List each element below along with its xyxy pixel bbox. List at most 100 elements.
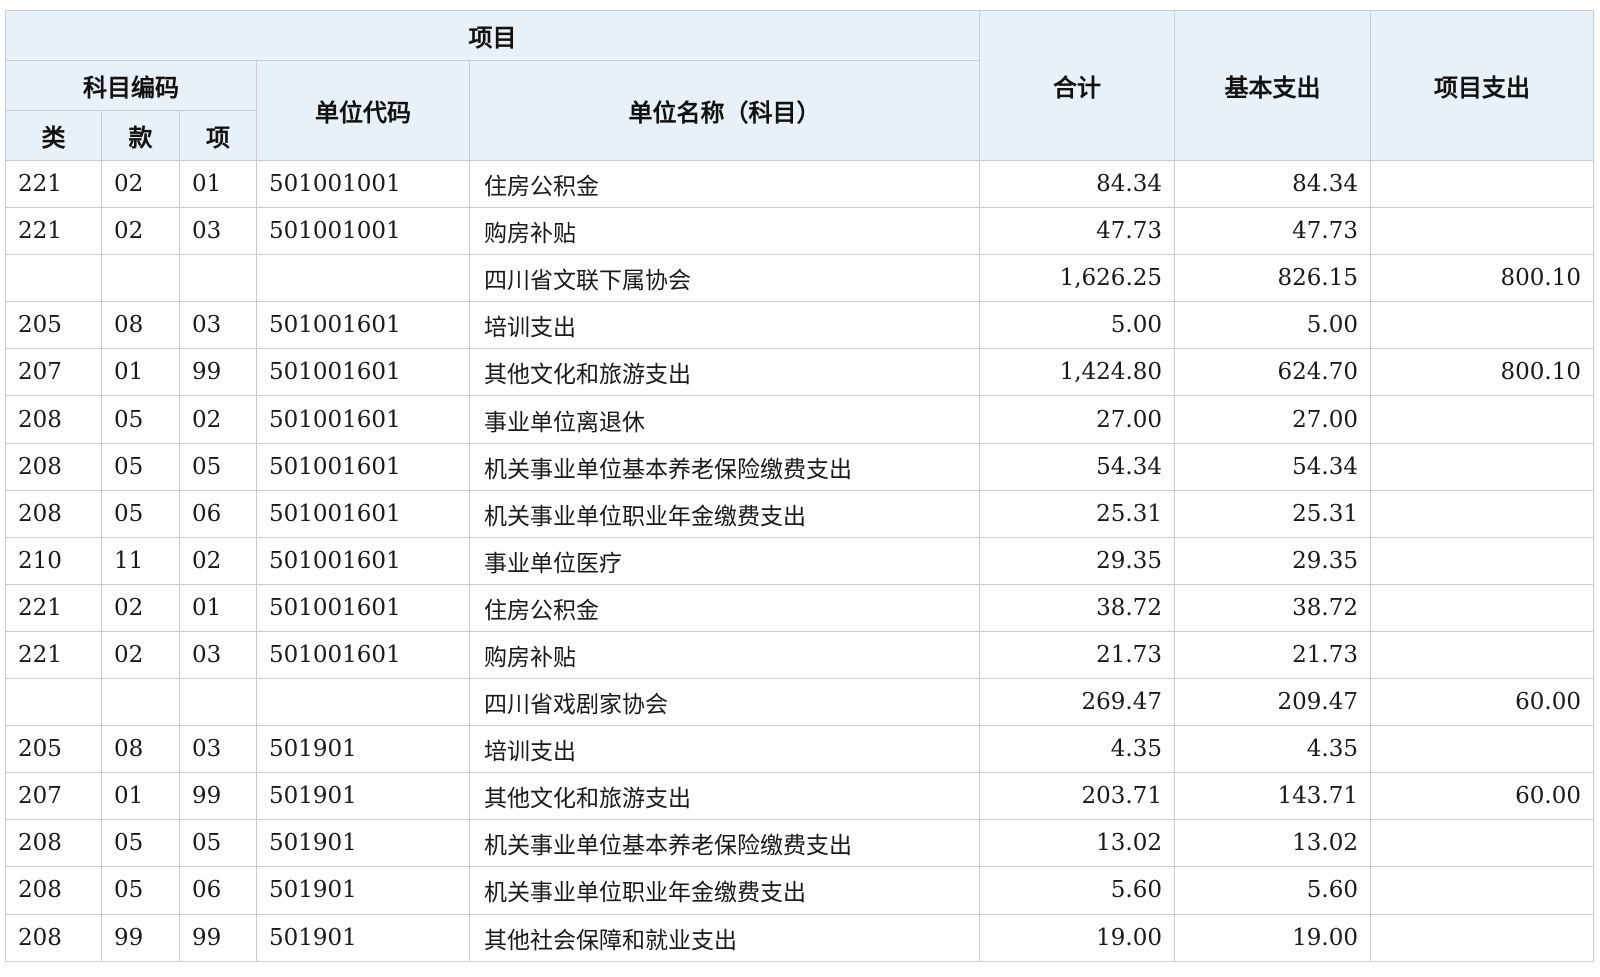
cell-project-expenditure — [1370, 536, 1595, 585]
table-row: 207 01 99 501001601 其他文化和旅游支出 1,424.80 624.70 8… — [5, 348, 1595, 397]
cell-total: 47.73 — [979, 207, 1176, 256]
cell-kuan: 02 — [101, 583, 180, 632]
table-row: 207 01 99 501901 其他文化和旅游支出 203.71 143.71 60.00 — [5, 772, 1595, 821]
cell-unit-name: 培训支出 — [468, 725, 981, 774]
cell-unit-code: 501001601 — [256, 630, 470, 680]
table-row: 四川省文联下属协会 1,626.25 826.15 800.10 — [5, 254, 1595, 303]
table-row: 221 02 01 501001001 住房公积金 84.34 84.34 — [5, 159, 1595, 209]
cell-basic-expenditure: 5.60 — [1174, 866, 1372, 915]
cell-unit-code: 501001601 — [256, 301, 470, 350]
cell-unit-code: 501001601 — [256, 348, 470, 397]
cell-unit-code: 501901 — [256, 772, 470, 821]
cell-kuan: 05 — [101, 819, 180, 868]
table-row: 208 05 06 501001601 机关事业单位职业年金缴费支出 25.31 25.31 — [5, 489, 1595, 538]
header-xiang: 项 — [179, 110, 257, 161]
cell-project-expenditure — [1370, 866, 1595, 915]
cell-project-expenditure — [1370, 583, 1595, 632]
cell-unit-name: 机关事业单位基本养老保险缴费支出 — [468, 442, 981, 491]
cell-total: 269.47 — [979, 678, 1176, 727]
cell-xiang: 05 — [179, 819, 257, 868]
cell-basic-expenditure: 143.71 — [1174, 772, 1372, 821]
table-row: 208 05 06 501901 机关事业单位职业年金缴费支出 5.60 5.60 — [5, 866, 1595, 915]
cell-unit-name: 住房公积金 — [468, 159, 981, 209]
cell-unit-name: 事业单位离退休 — [468, 395, 981, 444]
cell-basic-expenditure: 826.15 — [1174, 254, 1372, 303]
cell-project-expenditure: 60.00 — [1370, 678, 1595, 727]
cell-lei: 208 — [5, 442, 102, 491]
cell-project-expenditure — [1370, 442, 1595, 491]
cell-lei: 208 — [5, 866, 102, 915]
cell-lei: 205 — [5, 725, 102, 774]
cell-kuan — [101, 678, 180, 727]
cell-project-expenditure: 60.00 — [1370, 772, 1595, 821]
cell-unit-name: 四川省戏剧家协会 — [468, 678, 981, 727]
cell-unit-name: 住房公积金 — [468, 583, 981, 632]
cell-xiang — [179, 678, 257, 727]
cell-unit-code: 501901 — [256, 725, 470, 774]
cell-kuan: 02 — [101, 630, 180, 680]
table-body: 221 02 01 501001001 住房公积金 84.34 84.34 221 02 03 5… — [5, 159, 1595, 962]
table-row: 221 02 03 501001001 购房补贴 47.73 47.73 — [5, 207, 1595, 256]
cell-basic-expenditure: 38.72 — [1174, 583, 1372, 632]
cell-lei: 205 — [5, 301, 102, 350]
cell-total: 5.00 — [979, 301, 1176, 350]
cell-unit-code: 501001601 — [256, 583, 470, 632]
cell-project-expenditure — [1370, 301, 1595, 350]
cell-unit-name: 机关事业单位职业年金缴费支出 — [468, 866, 981, 915]
cell-project-expenditure — [1370, 395, 1595, 444]
cell-basic-expenditure: 624.70 — [1174, 348, 1372, 397]
cell-xiang: 99 — [179, 913, 257, 962]
cell-kuan: 08 — [101, 301, 180, 350]
expenditure-table: 项目 合计 基本支出 项目支出 科目编码 单位代码 单位名称（科目） 类 款 项… — [4, 10, 1595, 962]
cell-basic-expenditure: 19.00 — [1174, 913, 1372, 962]
cell-unit-name: 购房补贴 — [468, 207, 981, 256]
cell-basic-expenditure: 47.73 — [1174, 207, 1372, 256]
cell-unit-code: 501901 — [256, 913, 470, 962]
cell-xiang: 02 — [179, 395, 257, 444]
cell-lei: 207 — [5, 348, 102, 397]
cell-project-expenditure: 800.10 — [1370, 348, 1595, 397]
cell-unit-name: 四川省文联下属协会 — [468, 254, 981, 303]
cell-xiang: 03 — [179, 301, 257, 350]
header-kuan: 款 — [101, 110, 180, 161]
cell-basic-expenditure: 5.00 — [1174, 301, 1372, 350]
cell-total: 19.00 — [979, 913, 1176, 962]
cell-project-expenditure — [1370, 630, 1595, 680]
cell-xiang: 01 — [179, 583, 257, 632]
cell-unit-code: 501001601 — [256, 536, 470, 585]
cell-unit-code: 501001601 — [256, 395, 470, 444]
cell-unit-name: 机关事业单位基本养老保险缴费支出 — [468, 819, 981, 868]
cell-unit-code: 501901 — [256, 819, 470, 868]
table-row: 205 08 03 501001601 培训支出 5.00 5.00 — [5, 301, 1595, 350]
header-jiben-zhichu: 基本支出 — [1174, 10, 1372, 161]
cell-unit-name: 购房补贴 — [468, 630, 981, 680]
cell-total: 1,626.25 — [979, 254, 1176, 303]
cell-lei — [5, 254, 102, 303]
cell-total: 38.72 — [979, 583, 1176, 632]
cell-basic-expenditure: 13.02 — [1174, 819, 1372, 868]
cell-lei: 208 — [5, 819, 102, 868]
header-kemu-bianma: 科目编码 — [5, 60, 257, 111]
cell-total: 21.73 — [979, 630, 1176, 680]
cell-basic-expenditure: 209.47 — [1174, 678, 1372, 727]
cell-kuan: 11 — [101, 536, 180, 585]
cell-project-expenditure — [1370, 725, 1595, 774]
table-row: 210 11 02 501001601 事业单位医疗 29.35 29.35 — [5, 536, 1595, 585]
cell-kuan: 01 — [101, 348, 180, 397]
cell-kuan: 05 — [101, 442, 180, 491]
cell-unit-name: 其他文化和旅游支出 — [468, 348, 981, 397]
cell-kuan: 99 — [101, 913, 180, 962]
cell-unit-name: 其他文化和旅游支出 — [468, 772, 981, 821]
cell-total: 84.34 — [979, 159, 1176, 209]
table-row: 208 05 05 501001601 机关事业单位基本养老保险缴费支出 54.34 54.… — [5, 442, 1595, 491]
cell-total: 203.71 — [979, 772, 1176, 821]
cell-unit-name: 机关事业单位职业年金缴费支出 — [468, 489, 981, 538]
cell-xiang: 06 — [179, 866, 257, 915]
cell-lei: 210 — [5, 536, 102, 585]
cell-xiang: 99 — [179, 772, 257, 821]
cell-xiang — [179, 254, 257, 303]
table-row: 205 08 03 501901 培训支出 4.35 4.35 — [5, 725, 1595, 774]
table-row: 208 99 99 501901 其他社会保障和就业支出 19.00 19.00 — [5, 913, 1595, 962]
cell-lei: 221 — [5, 159, 102, 209]
cell-xiang: 99 — [179, 348, 257, 397]
